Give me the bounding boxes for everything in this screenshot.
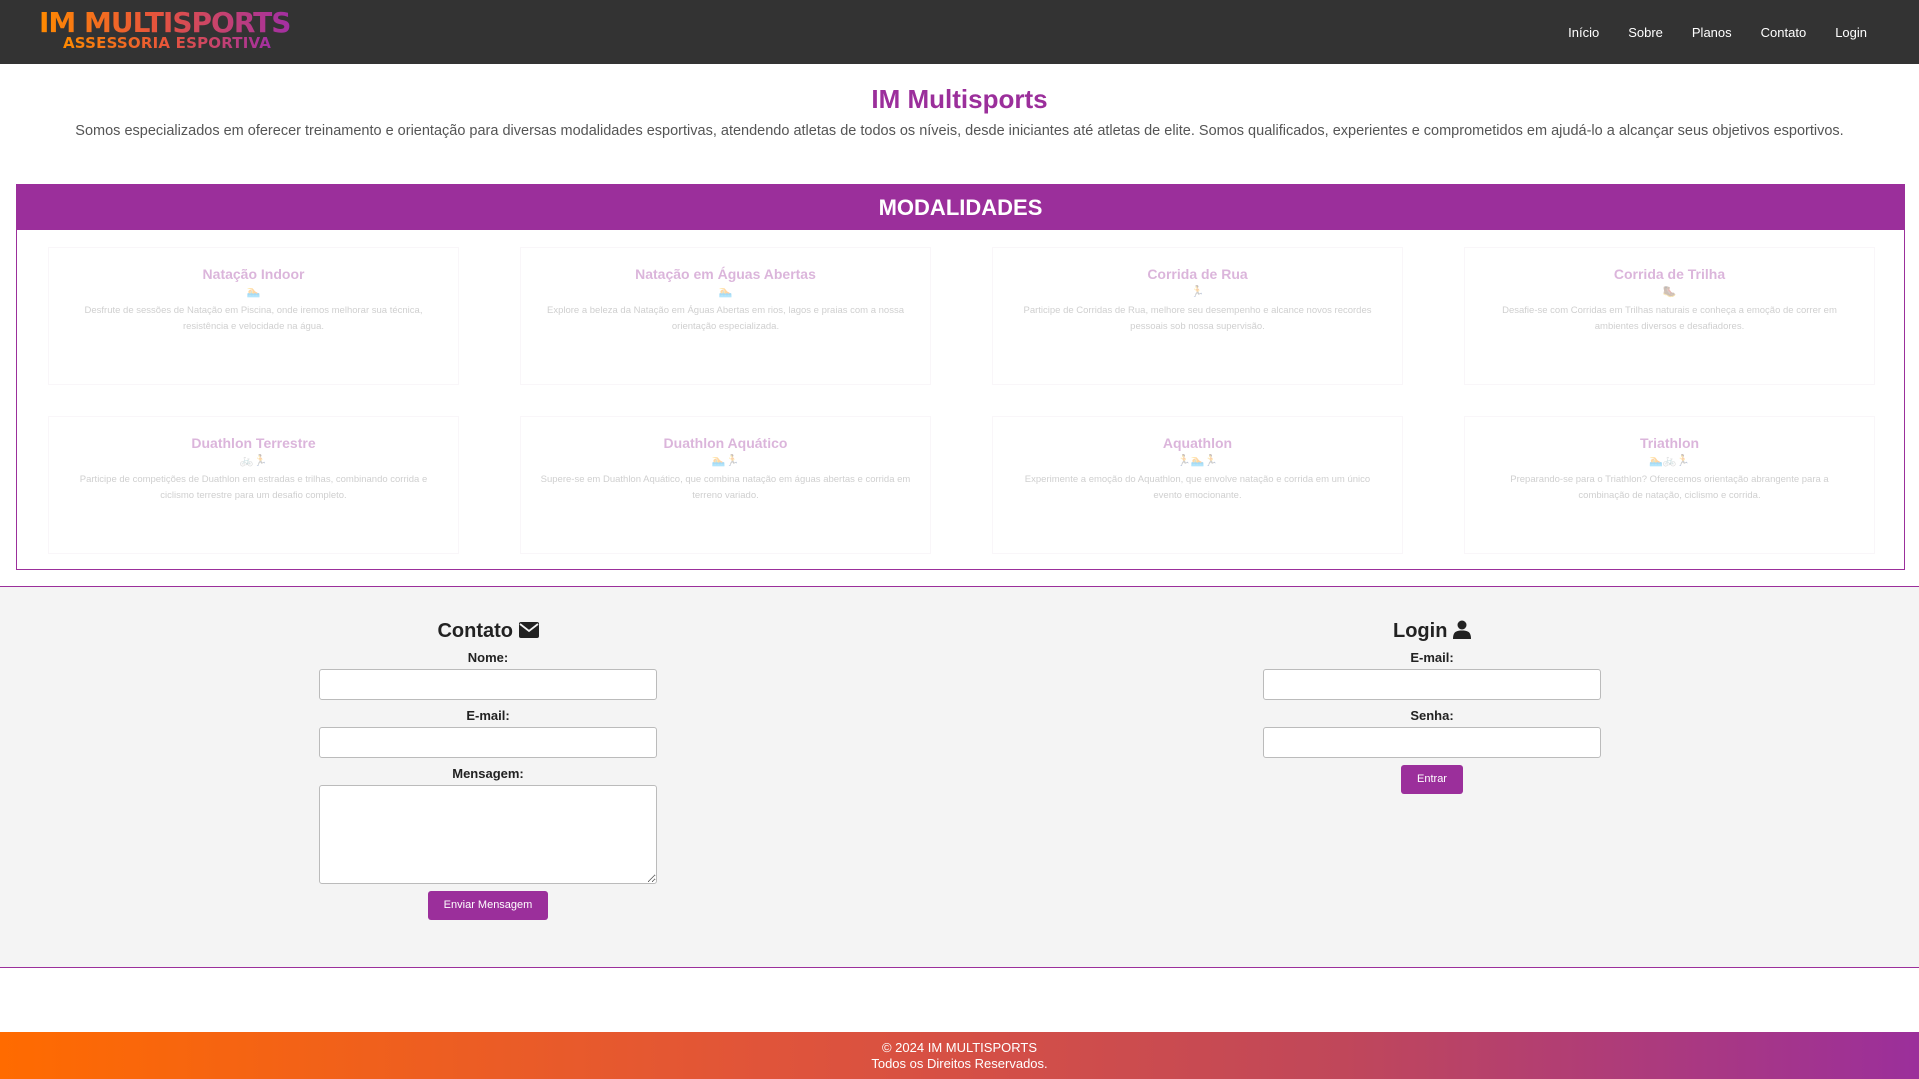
login-form-title: Login (1262, 616, 1602, 646)
card-title: Corrida de Rua (1147, 266, 1248, 282)
contact-email-input[interactable] (319, 727, 657, 758)
card-title: Duathlon Aquático (663, 435, 788, 451)
card-title: Corrida de Trilha (1613, 266, 1726, 282)
copyright-text: © 2024 IM MULTISPORTS (881, 1040, 1038, 1055)
modalidade-card-natacao-aguas-abertas[interactable]: Natação em Águas Abertas 🏊 Explore a bel… (520, 247, 931, 385)
name-input[interactable] (319, 669, 657, 700)
swimmer-icon: 🏊 (246, 286, 261, 298)
nav-link-sobre[interactable]: Sobre (1628, 25, 1663, 40)
site-footer: © 2024 IM MULTISPORTS Todos os Direitos … (0, 1032, 1919, 1079)
nav-link-login[interactable]: Login (1835, 25, 1867, 40)
runner-icon: 🏃 (1190, 286, 1205, 298)
modalidade-card-duathlon-terrestre[interactable]: Duathlon Terrestre 🚲🏃 Participe de compe… (48, 416, 459, 554)
envelope-icon (518, 622, 539, 638)
contact-form: Contato Nome: E-mail: Mensagem: Enviar M… (318, 616, 658, 920)
card-description: Participe de competições de Duathlon em … (79, 474, 428, 501)
rights-text: Todos os Direitos Reservados. (871, 1056, 1048, 1071)
modalidade-card-corrida-de-trilha[interactable]: Corrida de Trilha 🥾 Desafie-se com Corri… (1464, 247, 1875, 385)
name-label: Nome: (467, 650, 509, 665)
modalidade-card-aquathlon[interactable]: Aquathlon 🏃🏊🏃 Experimente a emoção do Aq… (992, 416, 1403, 554)
card-title: Aquathlon (1162, 435, 1233, 451)
modalidade-card-natacao-indoor[interactable]: Natação Indoor 🏊 Desfrute de sessões de … (48, 247, 459, 385)
card-title: Duathlon Terrestre (191, 435, 316, 451)
swimmer-bike-runner-icon: 🏊🚲🏃 (1648, 455, 1691, 467)
page-title: IM Multisports (871, 84, 1048, 114)
message-label: Mensagem: (452, 766, 524, 781)
login-email-input[interactable] (1263, 669, 1601, 700)
modalidades-heading: MODALIDADES (17, 185, 1904, 230)
runner-swimmer-runner-icon: 🏃🏊🏃 (1176, 455, 1219, 467)
login-submit-button[interactable]: Entrar (1401, 765, 1463, 794)
modalidades-section: MODALIDADES Natação Indoor 🏊 Desfrute de… (16, 184, 1905, 570)
email-label: E-mail: (466, 708, 510, 723)
bike-runner-icon: 🚲🏃 (239, 455, 268, 467)
nav-link-inicio[interactable]: Início (1568, 25, 1599, 40)
card-description: Desfrute de sessões de Natação em Piscin… (84, 305, 423, 332)
intro-text: Somos especializados em oferecer treinam… (75, 123, 1844, 139)
contact-title-text: Contato (437, 620, 513, 642)
card-description: Preparando-se para o Triathlon? Oferecem… (1510, 474, 1829, 501)
modalidade-card-duathlon-aquatico[interactable]: Duathlon Aquático 🏊🏃 Supere-se em Duathl… (520, 416, 931, 554)
swimmer-runner-icon: 🏊🏃 (711, 455, 740, 467)
card-title: Natação em Águas Abertas (635, 266, 816, 282)
logo[interactable]: IM MULTISPORTS ASSESSORIA ESPORTIVA (39, 8, 291, 52)
logo-subtitle: ASSESSORIA ESPORTIVA (63, 34, 272, 52)
login-title-text: Login (1393, 620, 1448, 642)
modalidade-card-corrida-de-rua[interactable]: Corrida de Rua 🏃 Participe de Corridas d… (992, 247, 1403, 385)
user-icon (1453, 620, 1471, 639)
card-description: Explore a beleza da Natação em Águas Abe… (547, 305, 904, 332)
message-textarea[interactable] (319, 785, 657, 884)
card-description: Participe de Corridas de Rua, melhore se… (1023, 305, 1372, 332)
login-email-label: E-mail: (1410, 650, 1454, 665)
login-form: Login E-mail: Senha: Entrar (1262, 616, 1602, 794)
contact-form-title: Contato (318, 616, 658, 646)
main-nav: Início Sobre Planos Contato Login (1539, 0, 1867, 64)
modalidade-card-triathlon[interactable]: Triathlon 🏊🚲🏃 Preparando-se para o Triat… (1464, 416, 1875, 554)
site-header: IM MULTISPORTS ASSESSORIA ESPORTIVA Iníc… (0, 0, 1919, 64)
forms-section: Contato Nome: E-mail: Mensagem: Enviar M… (0, 586, 1919, 968)
card-description: Desafie-se com Corridas em Trilhas natur… (1502, 305, 1837, 332)
password-input[interactable] (1263, 727, 1601, 758)
password-label: Senha: (1410, 708, 1454, 723)
send-message-button[interactable]: Enviar Mensagem (427, 891, 549, 920)
card-description: Experimente a emoção do Aquathlon, que e… (1024, 474, 1371, 501)
card-description: Supere-se em Duathlon Aquático, que comb… (540, 474, 911, 501)
nav-link-contato[interactable]: Contato (1761, 25, 1807, 40)
nav-link-planos[interactable]: Planos (1692, 25, 1732, 40)
card-title: Triathlon (1639, 435, 1700, 451)
hiker-icon: 🥾 (1662, 286, 1677, 298)
swimmer-icon: 🏊 (718, 286, 733, 298)
card-title: Natação Indoor (202, 266, 305, 282)
